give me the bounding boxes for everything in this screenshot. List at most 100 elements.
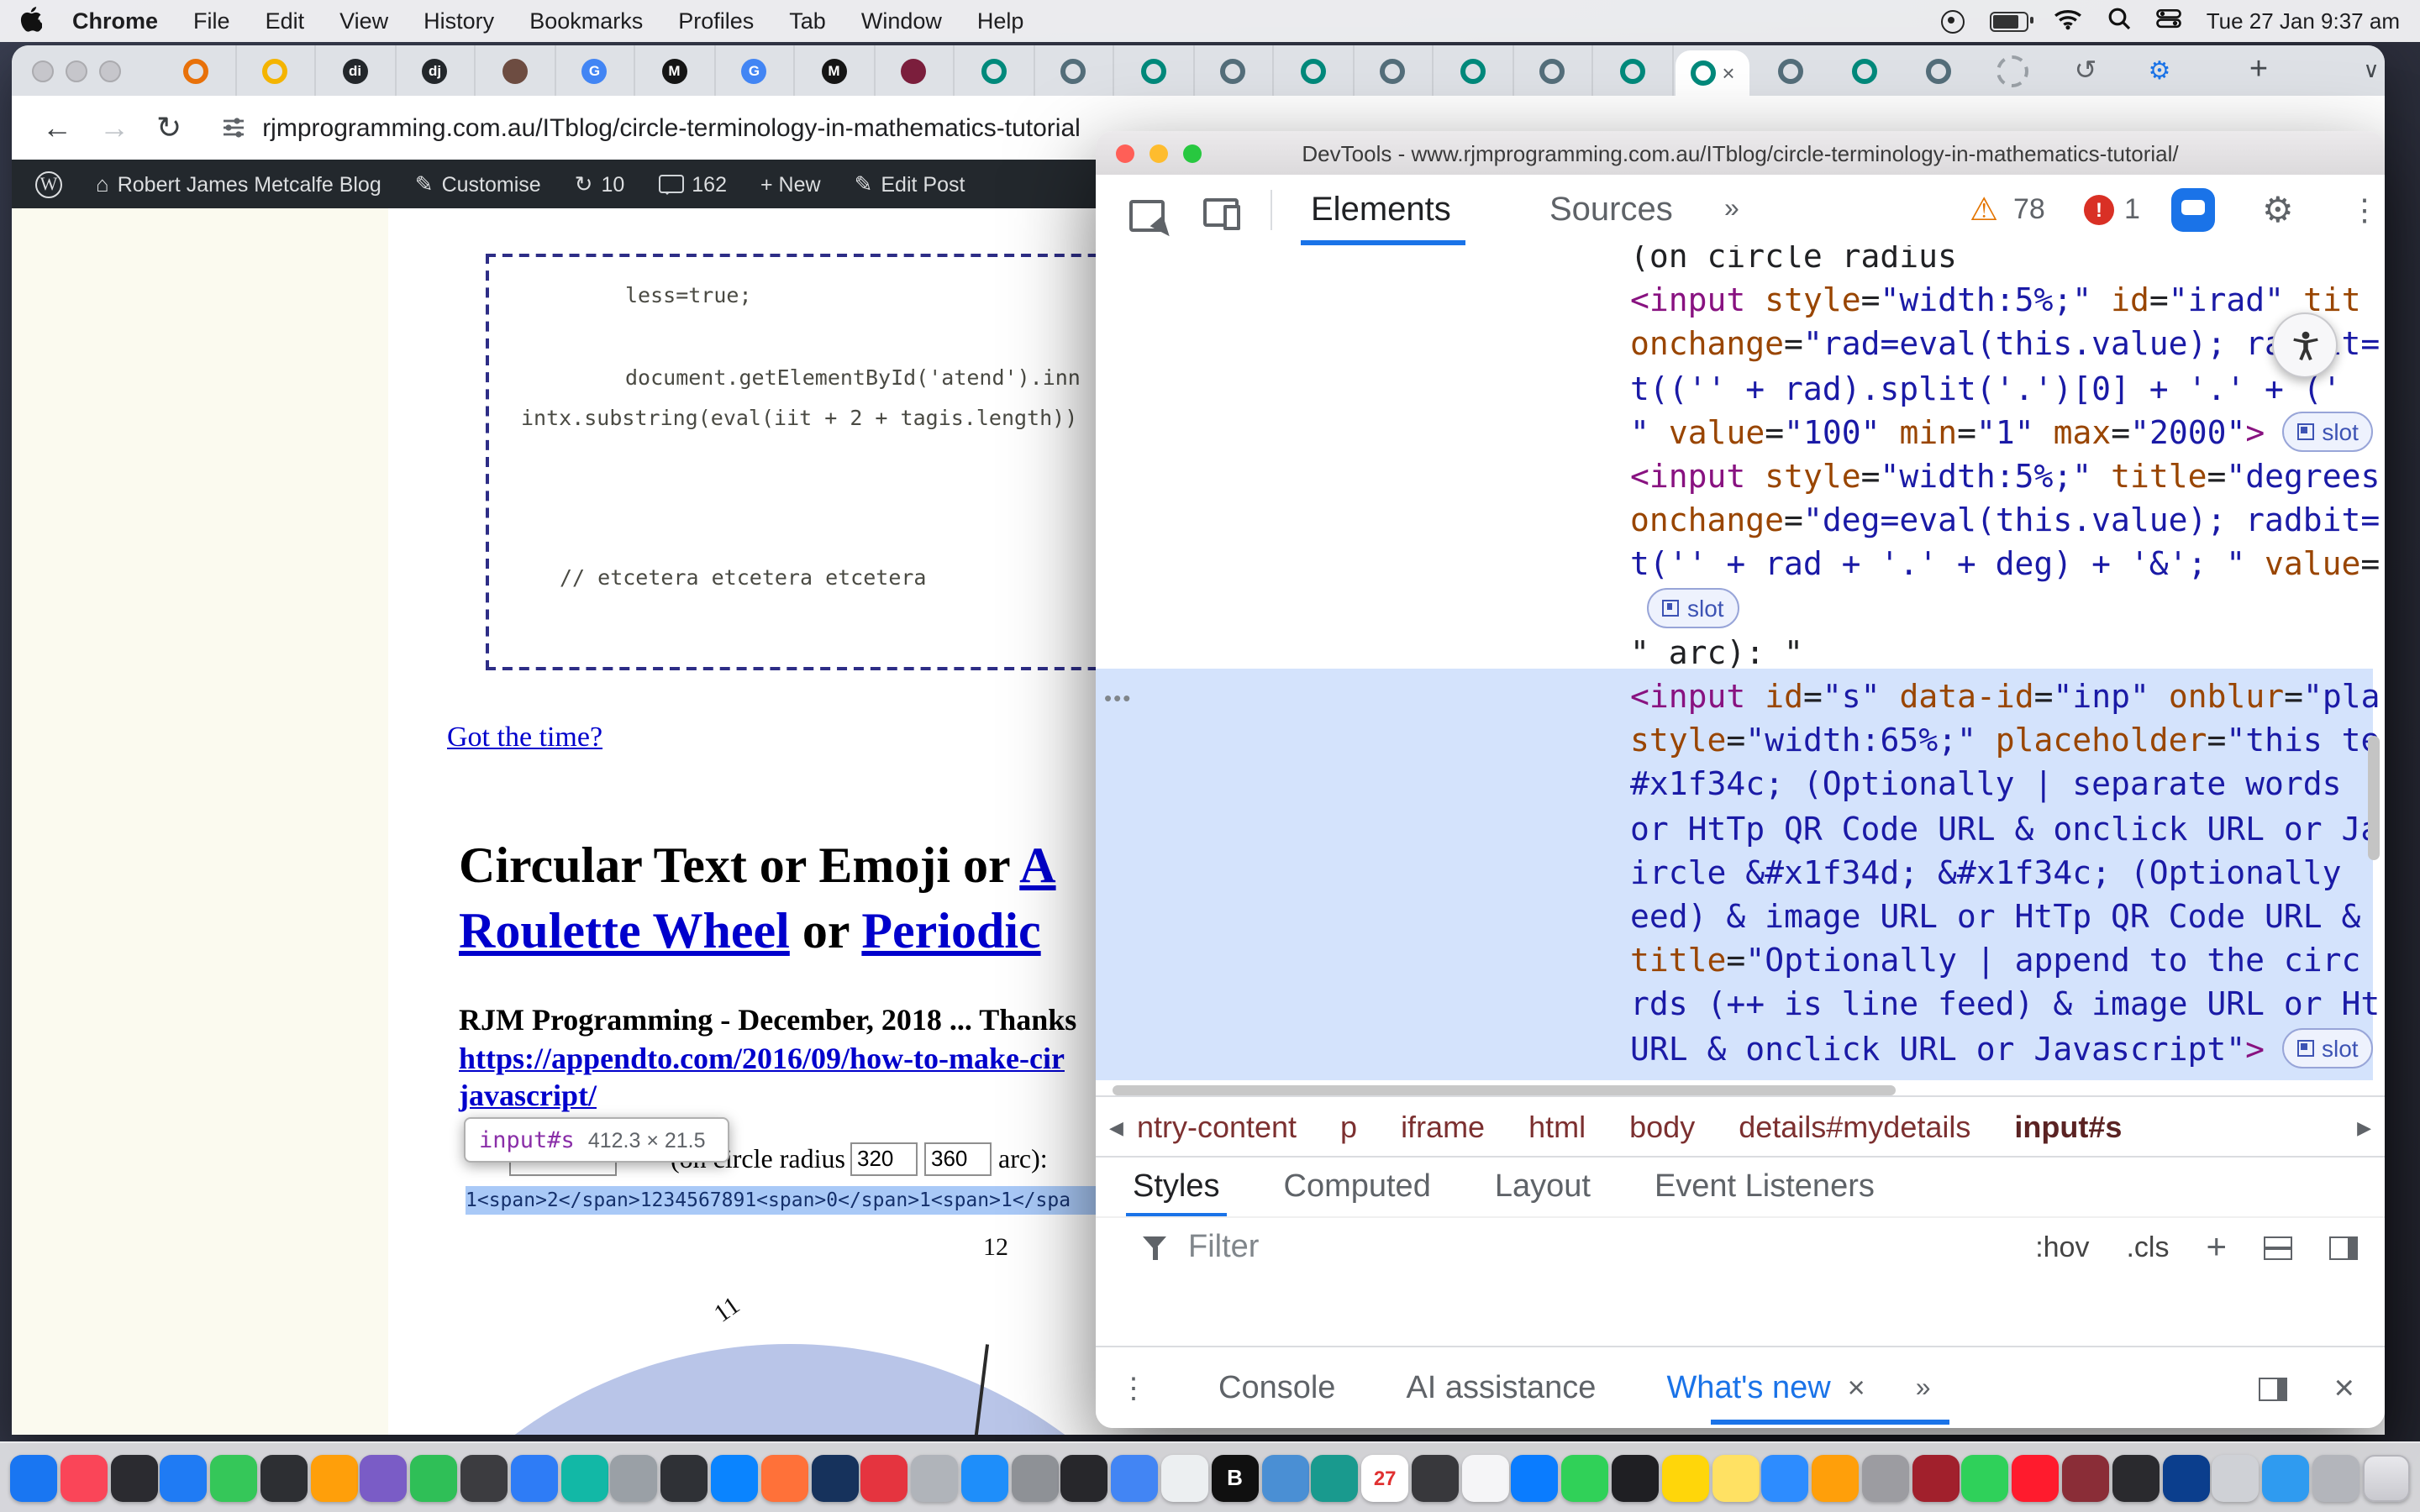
browser-tab[interactable]: [1753, 45, 1827, 96]
menu-item-history[interactable]: History: [424, 8, 494, 34]
dock-icon[interactable]: [2162, 1454, 2209, 1501]
dock-icon[interactable]: [460, 1454, 508, 1501]
error-count[interactable]: 1: [2124, 175, 2140, 245]
window-close-button[interactable]: [32, 60, 54, 82]
inspected-input-highlight[interactable]: 1<span>2</span>1234567891<span>0</span>1…: [466, 1186, 1111, 1215]
warning-count[interactable]: 78: [2013, 175, 2045, 245]
dock-icon[interactable]: [1612, 1454, 1659, 1501]
degrees-input[interactable]: 360: [924, 1142, 992, 1176]
breadcrumb-item[interactable]: html: [1528, 1110, 1586, 1145]
settings-tab-icon[interactable]: ⚙: [2123, 45, 2196, 96]
drawer-tab-console[interactable]: Console: [1218, 1370, 1335, 1407]
accessibility-button[interactable]: [2272, 312, 2338, 378]
dock-icon[interactable]: [1912, 1454, 1959, 1501]
breadcrumb-right-icon[interactable]: ▶: [2357, 1116, 2371, 1138]
dock-icon[interactable]: [1962, 1454, 2009, 1501]
heading-link[interactable]: Roulette Wheel: [459, 904, 790, 959]
heading-link[interactable]: A: [1019, 838, 1055, 894]
menu-item-window[interactable]: Window: [861, 8, 942, 34]
breadcrumb-left-icon[interactable]: ◀: [1109, 1116, 1123, 1138]
dock-icon[interactable]: [411, 1454, 458, 1501]
url-bar[interactable]: rjmprogramming.com.au/ITblog/circle-term…: [262, 113, 1081, 142]
devtools-code-line[interactable]: or HtTp QR Code URL & onclick URL or Ja: [1630, 807, 2380, 853]
styles-filter-input[interactable]: Filter: [1188, 1230, 1259, 1267]
browser-tab[interactable]: di: [316, 45, 396, 96]
breadcrumb-item[interactable]: ntry-content: [1137, 1110, 1297, 1145]
dock-icon[interactable]: [2312, 1454, 2360, 1501]
menu-item-edit[interactable]: Edit: [266, 8, 305, 34]
devtools-code-line[interactable]: title="Optionally | append to the circ: [1630, 939, 2360, 984]
dock-icon[interactable]: [660, 1454, 708, 1501]
devtools-code-line[interactable]: style="width:65%;" placeholder="this te: [1630, 719, 2380, 764]
dock-side-icon[interactable]: [2258, 1377, 2286, 1400]
browser-tab[interactable]: [955, 45, 1034, 96]
menu-item-profiles[interactable]: Profiles: [678, 8, 754, 34]
dock-icon[interactable]: [560, 1454, 608, 1501]
error-icon[interactable]: !: [2084, 195, 2114, 225]
battery-icon[interactable]: [1990, 11, 2028, 31]
more-tabs-icon[interactable]: »: [1724, 175, 1739, 245]
devtools-code-line[interactable]: slot: [1630, 587, 1739, 633]
device-toolbar-icon[interactable]: [1203, 199, 1239, 228]
dock-icon[interactable]: [310, 1454, 357, 1501]
browser-tab[interactable]: M: [795, 45, 875, 96]
kebab-menu-icon[interactable]: ⋮: [2349, 175, 2380, 245]
wp-logo[interactable]: W: [35, 171, 62, 197]
dock-icon[interactable]: [1712, 1454, 1759, 1501]
devtools-code-line[interactable]: t(('' + rad).split('.')[0] + '.' + (': [1630, 367, 2342, 412]
drawer-close-icon[interactable]: ×: [2333, 1368, 2354, 1409]
dock-icon[interactable]: [711, 1454, 758, 1501]
window-zoom-button[interactable]: [99, 60, 121, 82]
vertical-scrollbar[interactable]: [2368, 736, 2380, 860]
menu-item-chrome[interactable]: Chrome: [72, 8, 158, 34]
warning-icon[interactable]: ⚠: [1970, 175, 1998, 245]
devtools-code-line[interactable]: ircle &#x1f34d; &#x1f34c; (Optionally: [1630, 852, 2342, 897]
devtools-code-line[interactable]: eed) & image URL or HtTp QR Code URL &: [1630, 895, 2360, 941]
dock-icon[interactable]: [1161, 1454, 1208, 1501]
dock-icon[interactable]: [811, 1454, 858, 1501]
browser-tab[interactable]: G: [715, 45, 795, 96]
hover-state-toggle[interactable]: :hov: [2035, 1231, 2089, 1265]
dock-icon-trash[interactable]: [2362, 1454, 2409, 1501]
devtools-code-line[interactable]: " arc): ": [1630, 632, 1803, 677]
wp-comments[interactable]: 162: [658, 172, 727, 196]
devtools-code-line[interactable]: <input style="width:5%;" title="degrees: [1630, 455, 2380, 501]
tab-elements[interactable]: Elements: [1311, 175, 1451, 245]
element-state-icon[interactable]: [2264, 1236, 2292, 1260]
browser-tab[interactable]: [1593, 45, 1673, 96]
browser-tab[interactable]: [1827, 45, 1901, 96]
back-icon[interactable]: ←: [42, 110, 72, 145]
browser-tab[interactable]: [1114, 45, 1194, 96]
window-zoom-button[interactable]: [1183, 144, 1202, 162]
drawer-more-icon[interactable]: »: [1916, 1373, 1931, 1404]
dock-icon[interactable]: [2212, 1454, 2260, 1501]
dock-icon[interactable]: [1312, 1454, 1359, 1501]
history-tab-icon[interactable]: ↺: [2049, 45, 2123, 96]
devtools-code-line[interactable]: " value="100" min="1" max="2000">slot: [1630, 412, 2374, 457]
drawer-tab-ai-assistance[interactable]: AI assistance: [1406, 1370, 1596, 1407]
dock-icon[interactable]: [110, 1454, 157, 1501]
browser-tab[interactable]: [236, 45, 316, 96]
browser-tab[interactable]: [875, 45, 955, 96]
breadcrumb-item[interactable]: input#s: [2014, 1110, 2122, 1145]
menu-item-tab[interactable]: Tab: [789, 8, 826, 34]
dock-icon[interactable]: [511, 1454, 558, 1501]
menu-item-view[interactable]: View: [339, 8, 388, 34]
dock-icon[interactable]: [760, 1454, 808, 1501]
heading-link[interactable]: Periodic: [861, 904, 1040, 959]
drawer-kebab-icon[interactable]: ⋮: [1119, 1372, 1148, 1405]
menu-item-help[interactable]: Help: [977, 8, 1024, 34]
window-minimize-button[interactable]: [1150, 144, 1168, 162]
browser-tab[interactable]: [1434, 45, 1513, 96]
dock-icon[interactable]: [160, 1454, 208, 1501]
screen-record-icon[interactable]: [1941, 9, 1965, 33]
devtools-code-line[interactable]: onchange="deg=eval(this.value); radbit=: [1630, 499, 2380, 544]
dock-icon[interactable]: [2062, 1454, 2109, 1501]
dock-icon[interactable]: [1762, 1454, 1809, 1501]
wp-updates[interactable]: ↻10: [575, 171, 625, 197]
dock-icon[interactable]: [611, 1454, 658, 1501]
browser-tab[interactable]: G: [555, 45, 635, 96]
radius-input[interactable]: 320: [850, 1142, 918, 1176]
tab-close-icon[interactable]: ×: [1722, 62, 1734, 84]
reload-icon[interactable]: ↻: [156, 110, 182, 145]
